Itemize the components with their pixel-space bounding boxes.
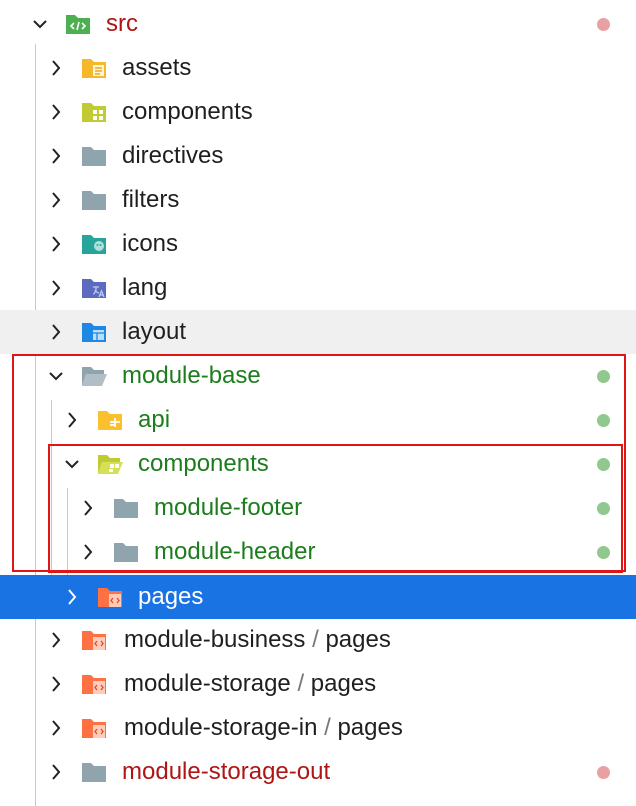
folder-icon [80,759,108,785]
folder-icon [80,187,108,213]
pages-folder-icon [96,584,124,610]
folder-icon [112,495,140,521]
compact-folder-name: module-storage [124,670,291,697]
tree-item-label: assets [122,54,192,81]
pages-folder-icon [80,715,108,741]
path-separator: / [324,714,331,741]
chevron-down-icon[interactable] [47,366,65,386]
folder-open-icon [80,363,108,389]
api-folder-icon [96,407,124,433]
tree-item-label: layout [122,318,187,345]
tree-item-icons[interactable]: icons [0,222,636,266]
tree-item-label: api [138,406,171,433]
tree-item-label: module-storage-in / pages [124,715,403,741]
tree-item-label: module-header [154,538,316,565]
chevron-right-icon[interactable] [47,322,65,342]
chevron-right-icon[interactable] [47,718,65,738]
src-folder-icon [64,11,92,37]
tree-item-api[interactable]: api [0,398,636,442]
chevron-right-icon[interactable] [79,542,97,562]
tree-item-label: src [106,10,138,37]
tree-item-src[interactable]: src [0,2,636,46]
tree-item-label: module-base [122,362,261,389]
tree-item-assets[interactable]: assets [0,46,636,90]
pages-folder-icon [80,627,108,653]
lang-folder-icon [80,275,108,301]
tree-item-label: filters [122,186,180,213]
tree-item-module-storage[interactable]: module-storage / pages [0,662,636,706]
tree-item-label: module-storage / pages [124,671,376,697]
chevron-right-icon[interactable] [47,674,65,694]
components-folder-open-icon [96,451,124,477]
status-dot [597,502,610,515]
tree-item-module-base[interactable]: module-base [0,354,636,398]
status-dot [597,458,610,471]
tree-item-label: module-storage-out [122,758,331,785]
tree-item-label: module-footer [154,494,303,521]
chevron-right-icon[interactable] [47,234,65,254]
chevron-right-icon[interactable] [47,58,65,78]
assets-folder-icon [80,55,108,81]
pages-folder-icon [80,671,108,697]
tree-item-components-open[interactable]: components [0,442,636,486]
chevron-right-icon[interactable] [47,762,65,782]
chevron-right-icon[interactable] [47,278,65,298]
tree-item-lang[interactable]: lang [0,266,636,310]
compact-folder-name: module-storage-in [124,714,318,741]
compact-folder-child: pages [337,714,403,741]
folder-icon [112,539,140,565]
path-separator: / [312,626,319,653]
chevron-right-icon[interactable] [63,587,81,607]
status-dot [597,18,610,31]
tree-item-label: components [122,98,253,125]
tree-item-pages[interactable]: pages [0,575,636,619]
chevron-right-icon[interactable] [47,102,65,122]
icons-folder-icon [80,231,108,257]
chevron-right-icon[interactable] [47,190,65,210]
chevron-right-icon[interactable] [47,630,65,650]
tree-item-module-business[interactable]: module-business / pages [0,618,636,662]
path-separator: / [297,670,305,697]
chevron-right-icon[interactable] [47,146,65,166]
tree-item-directives[interactable]: directives [0,134,636,178]
tree-item-module-header[interactable]: module-header [0,530,636,574]
tree-item-label: pages [138,583,204,610]
tree-item-module-footer[interactable]: module-footer [0,486,636,530]
compact-folder-child: pages [325,626,391,653]
tree-item-module-storage-out[interactable]: module-storage-out [0,750,636,794]
layout-folder-icon [80,319,108,345]
status-dot [597,370,610,383]
tree-item-layout[interactable]: layout [0,310,636,354]
status-dot [597,414,610,427]
tree-item-label: components [138,450,269,477]
chevron-down-icon[interactable] [63,454,81,474]
components-folder-icon [80,99,108,125]
compact-folder-child: pages [310,670,377,697]
tree-item-label: directives [122,142,224,169]
status-dot [597,546,610,559]
tree-item-module-storage-in[interactable]: module-storage-in / pages [0,706,636,750]
chevron-down-icon[interactable] [31,14,49,34]
folder-icon [80,143,108,169]
tree-item-filters[interactable]: filters [0,178,636,222]
chevron-right-icon[interactable] [79,498,97,518]
status-dot [597,766,610,779]
compact-folder-name: module-business [124,626,306,653]
tree-item-label: icons [122,230,179,257]
tree-item-label: module-business / pages [124,627,391,653]
tree-item-components[interactable]: components [0,90,636,134]
tree-item-label: lang [122,274,168,301]
chevron-right-icon[interactable] [63,410,81,430]
